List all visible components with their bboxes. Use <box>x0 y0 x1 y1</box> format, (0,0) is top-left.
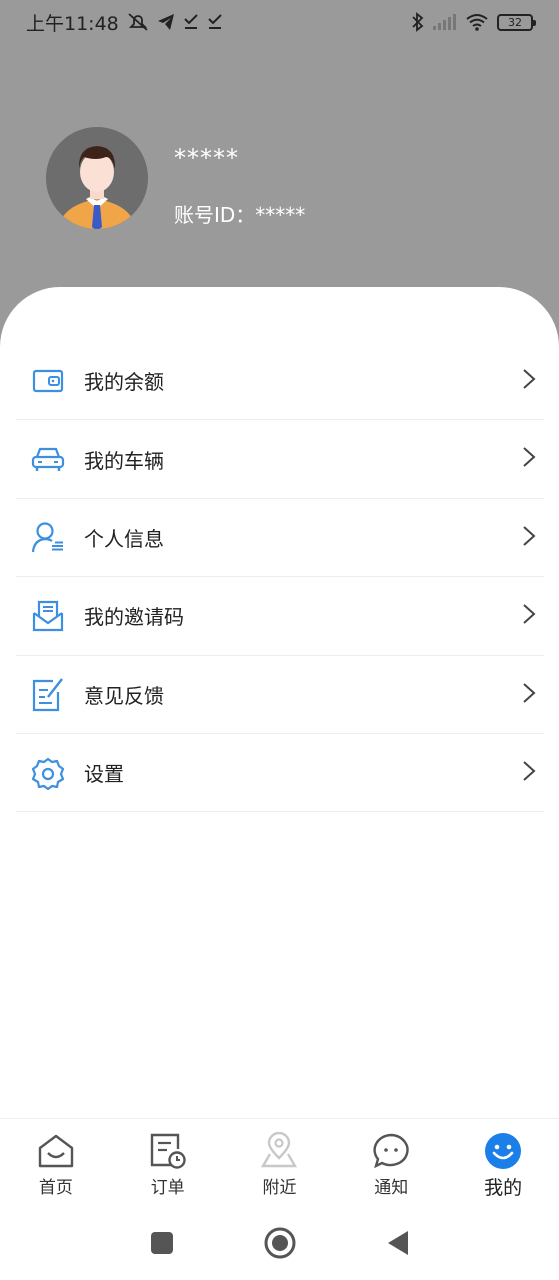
wifi-icon <box>466 14 488 31</box>
menu-item-label: 意见反馈 <box>84 683 164 708</box>
download-done-icon <box>208 14 222 29</box>
menu-item-invite-code[interactable]: 我的邀请码 <box>16 577 544 656</box>
account-id: 账号ID：***** <box>174 203 306 227</box>
menu-item-settings[interactable]: 设置 <box>16 734 544 813</box>
avatar[interactable] <box>46 127 148 229</box>
home-icon <box>36 1131 76 1171</box>
bottom-nav: 首页 订单 附近 通知 我的 <box>0 1118 559 1206</box>
menu-item-label: 个人信息 <box>84 526 164 551</box>
menu-item-label: 我的邀请码 <box>84 605 184 630</box>
menu-item-label: 我的余额 <box>84 370 164 395</box>
chevron-right-icon <box>523 526 536 546</box>
chevron-right-icon <box>523 604 536 624</box>
back-triangle-icon[interactable] <box>386 1230 410 1256</box>
menu-item-feedback[interactable]: 意见反馈 <box>16 656 544 734</box>
home-circle-icon[interactable] <box>264 1227 296 1259</box>
user-info-icon <box>30 519 66 555</box>
chevron-right-icon <box>523 682 536 703</box>
order-icon <box>148 1131 188 1171</box>
nav-label: 通知 <box>374 1178 409 1198</box>
nav-item-mine[interactable]: 我的 <box>448 1119 559 1200</box>
location-icon <box>259 1131 299 1171</box>
telegram-icon <box>157 14 174 30</box>
invite-envelope-icon <box>30 598 66 634</box>
gear-icon <box>30 755 66 791</box>
menu-list: 我的余额 我的车辆 个人信息 我的邀请码 意见反馈 设置 <box>16 342 544 813</box>
wallet-icon <box>30 363 66 399</box>
system-nav-bar <box>0 1206 559 1280</box>
nav-label: 我的 <box>484 1177 523 1199</box>
recents-square-icon[interactable] <box>150 1231 174 1255</box>
avatar-person-icon <box>46 127 148 229</box>
signal-icon <box>433 14 456 30</box>
chevron-right-icon <box>523 761 536 781</box>
menu-item-personal-info[interactable]: 个人信息 <box>16 499 544 578</box>
feedback-edit-icon <box>30 676 66 712</box>
chevron-right-icon <box>523 447 536 468</box>
menu-item-label: 我的车辆 <box>84 448 164 473</box>
mute-icon <box>128 13 148 31</box>
bluetooth-icon <box>412 12 424 32</box>
nav-label: 附近 <box>262 1178 297 1198</box>
menu-item-balance[interactable]: 我的余额 <box>16 342 544 421</box>
menu-panel: 我的余额 我的车辆 个人信息 我的邀请码 意见反馈 设置 <box>0 287 559 1120</box>
nav-item-notifications[interactable]: 通知 <box>336 1119 447 1198</box>
status-bar: 上午11:48 32 <box>0 0 559 44</box>
car-icon <box>30 441 66 477</box>
menu-item-label: 设置 <box>84 762 124 787</box>
nav-label: 订单 <box>150 1178 185 1198</box>
battery-icon: 32 <box>497 13 536 31</box>
nav-item-nearby[interactable]: 附近 <box>224 1119 335 1198</box>
status-time: 上午11:48 <box>26 12 119 35</box>
smiley-icon <box>483 1131 523 1171</box>
username: ***** <box>174 144 239 172</box>
menu-item-vehicles[interactable]: 我的车辆 <box>16 420 544 499</box>
nav-item-home[interactable]: 首页 <box>0 1119 111 1198</box>
chat-icon <box>371 1131 411 1171</box>
nav-label: 首页 <box>38 1178 73 1198</box>
nav-item-orders[interactable]: 订单 <box>112 1119 223 1198</box>
chevron-right-icon <box>523 369 536 389</box>
download-done-icon <box>184 14 198 29</box>
profile-header: ***** 账号ID：***** <box>0 44 559 294</box>
